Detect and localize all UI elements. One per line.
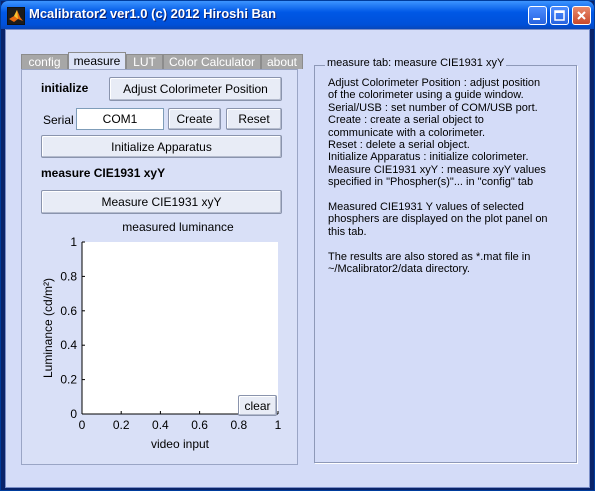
x-tick-label: 0.4 xyxy=(152,418,169,432)
tab-color-calculator[interactable]: Color Calculator xyxy=(163,54,261,69)
adjust-colorimeter-button[interactable]: Adjust Colorimeter Position xyxy=(109,77,282,101)
y-tick-label: 0 xyxy=(70,407,77,421)
serial-port-input[interactable]: COM1 xyxy=(76,108,164,130)
y-tick-label: 0.8 xyxy=(60,269,77,283)
tab-config[interactable]: config xyxy=(21,54,68,69)
chart-title: measured luminance xyxy=(122,220,234,234)
y-tick-label: 0.2 xyxy=(60,373,77,387)
matlab-icon[interactable] xyxy=(7,7,25,25)
plot-area xyxy=(82,242,278,414)
x-tick-label: 0.2 xyxy=(113,418,130,432)
minimize-button[interactable] xyxy=(528,6,547,25)
tab-measure[interactable]: measure xyxy=(68,52,126,70)
client-area: config measure LUT Color Calculator abou… xyxy=(5,29,590,488)
y-tick-label: 0.4 xyxy=(60,338,77,352)
x-tick-label: 0.6 xyxy=(191,418,208,432)
y-axis-label: Luminance (cd/m²) xyxy=(41,278,55,378)
x-tick-label: 1 xyxy=(275,418,282,432)
reset-button[interactable]: Reset xyxy=(226,108,282,130)
maximize-button[interactable] xyxy=(550,6,569,25)
minimize-icon xyxy=(533,18,540,20)
luminance-chart: measured luminance 0 0.2 0.4 0.6 0.8 1 0 0.2 0.… xyxy=(41,220,282,451)
x-tick-label: 0 xyxy=(79,418,86,432)
measure-heading: measure CIE1931 xyY xyxy=(41,166,166,180)
app-window: Mcalibrator2 ver1.0 (c) 2012 Hiroshi Ban… xyxy=(0,0,595,491)
serial-label: Serial xyxy=(43,113,74,127)
title-bar[interactable]: Mcalibrator2 ver1.0 (c) 2012 Hiroshi Ban xyxy=(1,1,594,29)
x-axis-label: video input xyxy=(151,437,210,451)
window-title: Mcalibrator2 ver1.0 (c) 2012 Hiroshi Ban xyxy=(29,6,277,21)
y-tick-label: 1 xyxy=(70,235,77,249)
y-tick-label: 0.6 xyxy=(60,304,77,318)
maximize-icon xyxy=(554,10,565,21)
clear-button[interactable]: clear xyxy=(238,395,277,416)
tab-lut[interactable]: LUT xyxy=(126,54,163,69)
close-icon xyxy=(577,11,586,20)
help-group-title: measure tab: measure CIE1931 xyY xyxy=(325,57,507,69)
initialize-apparatus-button[interactable]: Initialize Apparatus xyxy=(41,135,282,158)
help-text: Adjust Colorimeter Position : adjust pos… xyxy=(328,77,548,276)
x-tick-label: 0.8 xyxy=(230,418,247,432)
close-button[interactable] xyxy=(572,6,591,25)
create-button[interactable]: Create xyxy=(168,108,221,130)
tab-about[interactable]: about xyxy=(261,54,303,69)
measure-xyy-button[interactable]: Measure CIE1931 xyY xyxy=(41,190,282,214)
initialize-heading: initialize xyxy=(41,81,89,95)
